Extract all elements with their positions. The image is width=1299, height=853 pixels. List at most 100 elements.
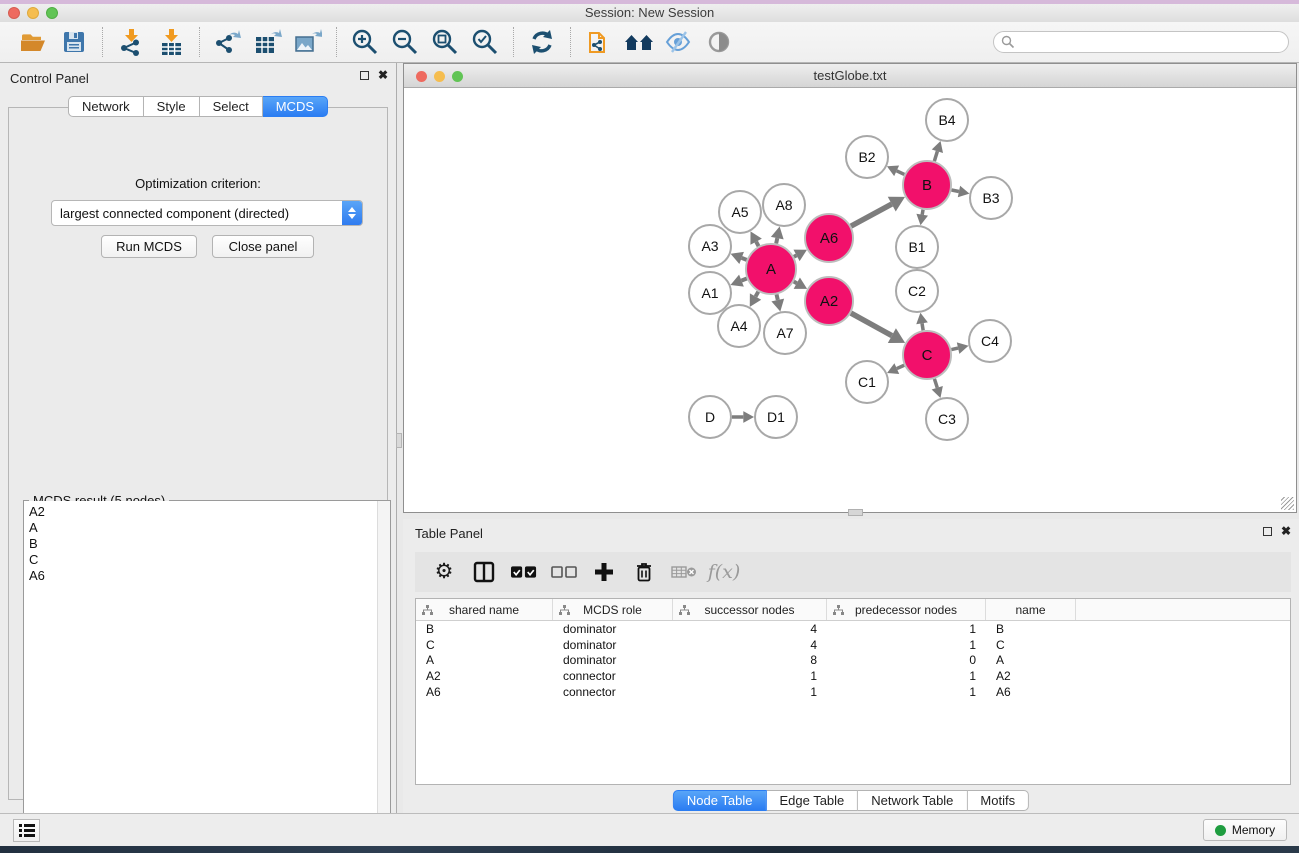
edge-A-A1[interactable] <box>741 279 746 281</box>
tab-style[interactable]: Style <box>144 96 200 117</box>
close-panel-icon[interactable]: ✖ <box>378 70 388 81</box>
table-cell: dominator <box>553 638 673 652</box>
column-namespace-icon <box>422 605 433 616</box>
node-label-A5: A5 <box>731 204 748 220</box>
status-bar: Memory <box>0 813 1299 846</box>
table-cell: A6 <box>986 685 1076 699</box>
run-mcds-button[interactable]: Run MCDS <box>101 235 197 258</box>
search-box[interactable] <box>993 31 1289 53</box>
result-list-scrollbar[interactable] <box>377 501 390 844</box>
edge-A2-C[interactable] <box>851 313 892 336</box>
edge-C-C4[interactable] <box>951 348 958 349</box>
result-item[interactable]: C <box>24 552 390 568</box>
edge-A-A2[interactable] <box>794 282 797 284</box>
result-item[interactable]: A2 <box>24 504 390 520</box>
column-header-predecessor-nodes[interactable]: predecessor nodes <box>827 599 986 620</box>
float-panel-icon[interactable] <box>360 71 369 80</box>
edge-B-B3[interactable] <box>951 190 958 192</box>
tab-edge-table[interactable]: Edge Table <box>766 790 858 811</box>
select-all-button[interactable] <box>511 559 537 585</box>
open-session-button[interactable] <box>17 26 51 58</box>
column-header-successor-nodes[interactable]: successor nodes <box>673 599 827 620</box>
edge-A-A7[interactable] <box>777 294 778 300</box>
delete-table-button[interactable] <box>671 559 697 585</box>
mcds-result-list[interactable]: A2ABCA6 <box>24 501 390 844</box>
show-column-button[interactable] <box>471 559 497 585</box>
table-row[interactable]: A6connector11A6 <box>416 684 1290 700</box>
tab-select[interactable]: Select <box>200 96 263 117</box>
open-folder-icon <box>20 30 48 54</box>
refresh-layout-button[interactable] <box>525 26 559 58</box>
hide-selected-button[interactable] <box>662 26 696 58</box>
window-title: Session: New Session <box>0 5 1299 20</box>
edge-B-B1[interactable] <box>922 210 923 215</box>
table-row[interactable]: Adominator80A <box>416 652 1290 668</box>
edge-B-B4[interactable] <box>934 151 937 161</box>
node-label-A8: A8 <box>775 197 792 213</box>
show-hidden-button[interactable] <box>702 26 736 58</box>
export-network-button[interactable] <box>211 26 245 58</box>
tab-node-table[interactable]: Node Table <box>673 790 767 811</box>
delete-column-button[interactable] <box>631 559 657 585</box>
edge-C-C1[interactable] <box>897 365 904 368</box>
network-canvas[interactable]: AA1A2A3A4A5A6A7A8BB1B2B3B4CC1C2C3C4DD1 <box>404 88 1296 512</box>
criterion-select[interactable]: largest connected component (directed) <box>51 200 363 226</box>
search-input[interactable] <box>1015 33 1288 51</box>
edge-C-C3[interactable] <box>934 379 937 388</box>
arrowhead-icon <box>743 411 754 423</box>
zoom-in-button[interactable] <box>348 26 382 58</box>
table-cell: 1 <box>673 685 827 699</box>
export-table-button[interactable] <box>251 26 285 58</box>
column-header-name[interactable]: name <box>986 599 1076 620</box>
network-document-icon <box>586 28 612 56</box>
table-row[interactable]: A2connector11A2 <box>416 668 1290 684</box>
clone-network-button[interactable] <box>582 26 616 58</box>
result-item[interactable]: A <box>24 520 390 536</box>
result-item[interactable]: A6 <box>24 568 390 584</box>
table-row[interactable]: Cdominator41C <box>416 637 1290 653</box>
edge-A-A5[interactable] <box>756 242 758 246</box>
edge-A-A4[interactable] <box>756 292 759 297</box>
table-cell: connector <box>553 685 673 699</box>
edge-A-A3[interactable] <box>742 258 747 260</box>
edge-A-A6[interactable] <box>794 255 797 256</box>
column-header-shared-name[interactable]: shared name <box>416 599 553 620</box>
add-column-button[interactable] <box>591 559 617 585</box>
node-table[interactable]: shared nameMCDS rolesuccessor nodesprede… <box>415 598 1291 785</box>
tab-network[interactable]: Network <box>68 96 144 117</box>
save-session-button[interactable] <box>57 26 91 58</box>
node-label-B: B <box>922 177 932 194</box>
import-table-button[interactable] <box>154 26 188 58</box>
close-panel-icon[interactable]: ✖ <box>1281 526 1291 537</box>
result-item[interactable]: B <box>24 536 390 552</box>
export-image-button[interactable] <box>291 26 325 58</box>
table-row[interactable]: Bdominator41B <box>416 621 1290 637</box>
tab-motifs[interactable]: Motifs <box>967 790 1029 811</box>
float-panel-icon[interactable] <box>1263 527 1272 536</box>
zoom-fit-button[interactable] <box>428 26 462 58</box>
window-resize-grip[interactable] <box>1281 497 1294 510</box>
node-label-A4: A4 <box>730 318 747 334</box>
columns-icon <box>473 561 495 583</box>
home-button[interactable] <box>622 26 656 58</box>
zoom-out-button[interactable] <box>388 26 422 58</box>
task-history-button[interactable] <box>13 819 40 842</box>
tab-mcds[interactable]: MCDS <box>263 96 328 117</box>
deselect-all-button[interactable] <box>551 559 577 585</box>
control-panel: Control Panel ✖ NetworkStyleSelectMCDS O… <box>0 63 397 813</box>
edge-C-C2[interactable] <box>922 323 923 330</box>
memory-button[interactable]: Memory <box>1203 819 1287 841</box>
import-network-button[interactable] <box>114 26 148 58</box>
tab-network-table[interactable]: Network Table <box>858 790 967 811</box>
panel-splitter-handle[interactable] <box>396 433 402 448</box>
function-builder-button[interactable]: f(x) <box>711 559 737 585</box>
table-tabs: Node TableEdge TableNetwork TableMotifs <box>673 790 1029 811</box>
table-options-button[interactable]: ⚙ <box>431 559 457 585</box>
edge-B-B2[interactable] <box>897 171 905 175</box>
view-splitter-handle[interactable] <box>848 509 863 516</box>
column-header-mcds-role[interactable]: MCDS role <box>553 599 673 620</box>
edge-A6-B[interactable] <box>851 204 892 226</box>
zoom-selected-button[interactable] <box>468 26 502 58</box>
close-panel-button[interactable]: Close panel <box>212 235 314 258</box>
edge-A-A8[interactable] <box>776 238 777 243</box>
